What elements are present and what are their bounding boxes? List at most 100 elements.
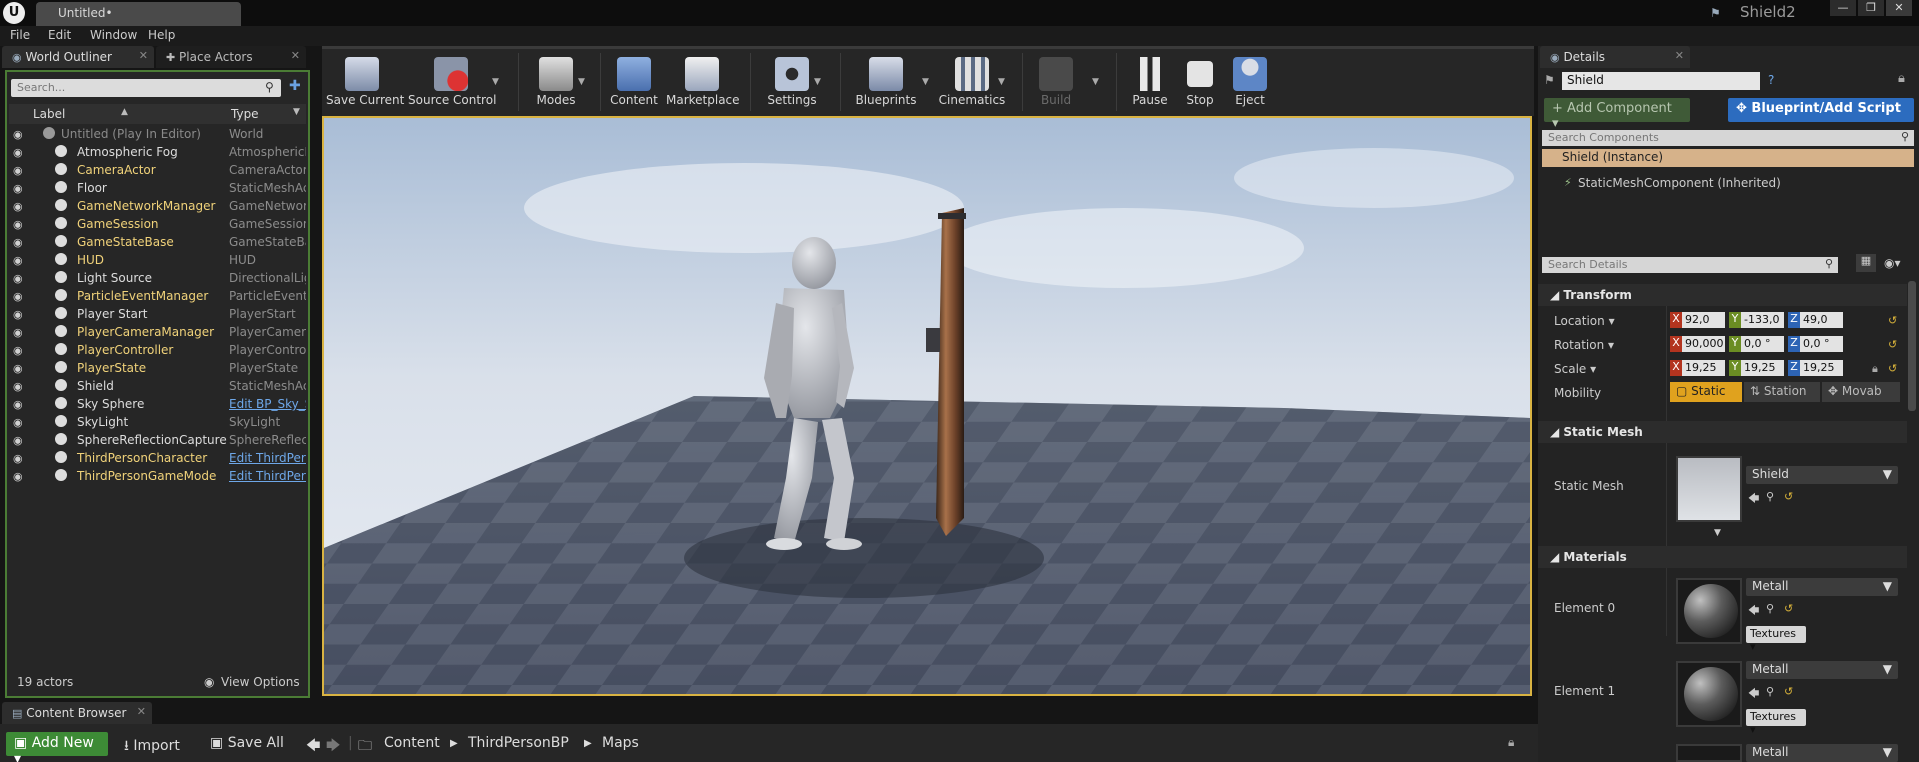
eject-button[interactable]: Eject <box>1228 53 1272 115</box>
visibility-eye-icon[interactable]: ◉ <box>13 398 23 411</box>
build-button[interactable]: Build <box>1032 53 1080 115</box>
modes-dropdown-icon[interactable]: ▼ <box>578 77 585 87</box>
scale-y-field[interactable]: Y 19,25 <box>1729 360 1784 376</box>
visibility-eye-icon[interactable]: ◉ <box>13 380 23 393</box>
rotation-x-field[interactable]: X 90,000 <box>1670 336 1725 352</box>
visibility-eye-icon[interactable]: ◉ <box>13 344 23 357</box>
material-thumbnail[interactable] <box>1676 661 1742 727</box>
static-mesh-section-header[interactable]: ◢ Static Mesh <box>1538 421 1907 443</box>
source-control-button[interactable]: Source Control <box>408 53 496 115</box>
search-icon[interactable]: ⚲ <box>1825 257 1833 270</box>
reset-icon[interactable]: ↺ <box>1784 602 1793 615</box>
view-options-button[interactable]: View Options <box>221 675 300 689</box>
outliner-search-input[interactable]: Search... <box>11 79 281 97</box>
settings-dropdown-icon[interactable]: ▼ <box>814 77 821 87</box>
textures-dropdown[interactable]: Textures ▾ <box>1746 709 1806 736</box>
outliner-row[interactable]: ◉ ThirdPersonCharacter Edit ThirdPersonCha… <box>9 450 306 468</box>
component-item-shield-instance[interactable]: Shield (Instance) <box>1542 149 1914 167</box>
mobility-movable-button[interactable]: ✥ Movab <box>1822 382 1900 402</box>
add-new-button[interactable]: ▣ Add New ▾ <box>6 732 108 762</box>
outliner-row[interactable]: ◉ Sky Sphere Edit BP_Sky_Sphere <box>9 396 306 414</box>
location-label[interactable]: Location ▾ <box>1554 314 1615 328</box>
element-0-combo[interactable]: Metall ▼ <box>1746 578 1898 596</box>
visibility-eye-icon[interactable]: ◉ <box>13 272 23 285</box>
help-icon[interactable]: ? <box>1768 73 1774 87</box>
search-icon[interactable]: ⚲ <box>265 80 274 94</box>
outliner-row[interactable]: ◉ ParticleEventManager ParticleEventManage… <box>9 288 306 306</box>
save-all-button[interactable]: ▣ Save All <box>210 735 284 751</box>
breadcrumb-maps[interactable]: Maps <box>602 735 639 751</box>
location-z-field[interactable]: Z 49,0 <box>1788 312 1843 328</box>
document-tab[interactable]: Untitled• <box>36 2 241 26</box>
search-details-input[interactable]: Search Details <box>1542 257 1838 273</box>
tab-content-browser[interactable]: ▤ Content Browser ✕ <box>2 702 152 724</box>
breadcrumb-arrow-icon[interactable]: ▶ <box>450 738 458 749</box>
outliner-row[interactable]: ◉ GameNetworkManager GameNetworkManager <box>9 198 306 216</box>
tab-place-actors[interactable]: ✚ Place Actors ✕ <box>156 46 306 68</box>
lock-icon[interactable]: 🔒︎ <box>1898 71 1905 86</box>
visibility-eye-icon[interactable]: ◉ <box>13 182 23 195</box>
edit-blueprint-link[interactable]: Edit ThirdPersonCharacter <box>229 451 306 465</box>
outliner-row[interactable]: ◉ HUD HUD <box>9 252 306 270</box>
outliner-row[interactable]: ◉ Atmospheric Fog AtmosphericFog <box>9 144 306 162</box>
use-selected-icon[interactable]: 🡄 <box>1748 685 1759 704</box>
browse-icon[interactable]: ⚲ <box>1766 490 1774 503</box>
viewport-scene[interactable] <box>324 118 1530 694</box>
visibility-eye-icon[interactable]: ◉ <box>13 200 23 213</box>
visibility-eye-icon[interactable]: ◉ <box>13 308 23 321</box>
edit-blueprint-link[interactable]: Edit ThirdPersonGameMode <box>229 469 306 483</box>
visibility-eye-icon[interactable]: ◉ <box>13 254 23 267</box>
browse-icon[interactable]: ⚲ <box>1766 685 1774 698</box>
visibility-eye-icon[interactable]: ◉ <box>13 146 23 159</box>
static-mesh-combo[interactable]: Shield ▼ <box>1746 466 1898 484</box>
grid-view-icon[interactable]: ▦ <box>1856 254 1876 272</box>
pause-button[interactable]: Pause <box>1128 53 1172 115</box>
menu-help[interactable]: Help <box>148 28 175 42</box>
import-button[interactable]: ⭳ Import <box>124 735 180 759</box>
element-1-combo[interactable]: Metall ▼ <box>1746 661 1898 679</box>
location-x-field[interactable]: X 92,0 <box>1670 312 1725 328</box>
reset-icon[interactable]: ↺ <box>1784 685 1793 698</box>
textures-dropdown[interactable]: Textures ▾ <box>1746 626 1806 653</box>
search-components-input[interactable]: Search Components <box>1542 130 1914 146</box>
mobility-stationary-button[interactable]: ⇅ Station <box>1744 382 1820 402</box>
lock-icon[interactable]: 🔒︎ <box>1508 735 1514 750</box>
visibility-eye-icon[interactable]: ◉ <box>13 164 23 177</box>
outliner-row[interactable]: ◉ ThirdPersonGameMode Edit ThirdPersonGame… <box>9 468 306 486</box>
outliner-row[interactable]: ◉ CameraActor CameraActor <box>9 162 306 180</box>
blueprints-dropdown-icon[interactable]: ▼ <box>922 77 929 87</box>
eye-icon[interactable]: ◉▾ <box>1884 256 1901 270</box>
visibility-eye-icon[interactable]: ◉ <box>13 362 23 375</box>
minimize-button[interactable]: — <box>1830 0 1856 16</box>
visibility-eye-icon[interactable]: ◉ <box>13 290 23 303</box>
outliner-row[interactable]: ◉ Light Source DirectionalLight <box>9 270 306 288</box>
outliner-row[interactable]: ◉ Shield StaticMeshActor <box>9 378 306 396</box>
reset-icon[interactable]: ↺ <box>1888 314 1897 327</box>
actor-name-input[interactable]: Shield <box>1562 72 1760 90</box>
visibility-eye-icon[interactable]: ◉ <box>13 434 23 447</box>
marketplace-button[interactable]: Marketplace <box>666 53 740 115</box>
add-component-button[interactable]: + Add Component ▾ <box>1544 98 1690 131</box>
breadcrumb-content[interactable]: Content <box>384 735 440 751</box>
outliner-row[interactable]: ◉ Untitled (Play In Editor) World <box>9 126 306 144</box>
close-icon[interactable]: ✕ <box>139 49 148 62</box>
element-2-combo[interactable]: Metall ▼ <box>1746 744 1898 762</box>
save-current-button[interactable]: Save Current <box>326 53 404 115</box>
menu-edit[interactable]: Edit <box>48 28 71 42</box>
breadcrumb-thirdpersonbp[interactable]: ThirdPersonBP <box>468 735 569 751</box>
visibility-eye-icon[interactable]: ◉ <box>13 128 23 141</box>
scale-z-field[interactable]: Z 19,25 <box>1788 360 1843 376</box>
column-label[interactable]: Label <box>33 107 65 121</box>
outliner-row[interactable]: ◉ SkyLight SkyLight <box>9 414 306 432</box>
outliner-row[interactable]: ◉ Player Start PlayerStart <box>9 306 306 324</box>
visibility-eye-icon[interactable]: ◉ <box>13 452 23 465</box>
source-control-dropdown-icon[interactable]: ▼ <box>492 77 499 87</box>
close-icon[interactable]: ✕ <box>137 705 146 718</box>
outliner-row[interactable]: ◉ PlayerController PlayerController <box>9 342 306 360</box>
build-dropdown-icon[interactable]: ▼ <box>1092 77 1099 87</box>
search-icon[interactable]: ⚲ <box>1901 130 1909 143</box>
level-viewport[interactable] <box>322 116 1532 696</box>
menu-window[interactable]: Window <box>90 28 137 42</box>
reset-icon[interactable]: ↺ <box>1888 362 1897 375</box>
reset-icon[interactable]: ↺ <box>1888 338 1897 351</box>
